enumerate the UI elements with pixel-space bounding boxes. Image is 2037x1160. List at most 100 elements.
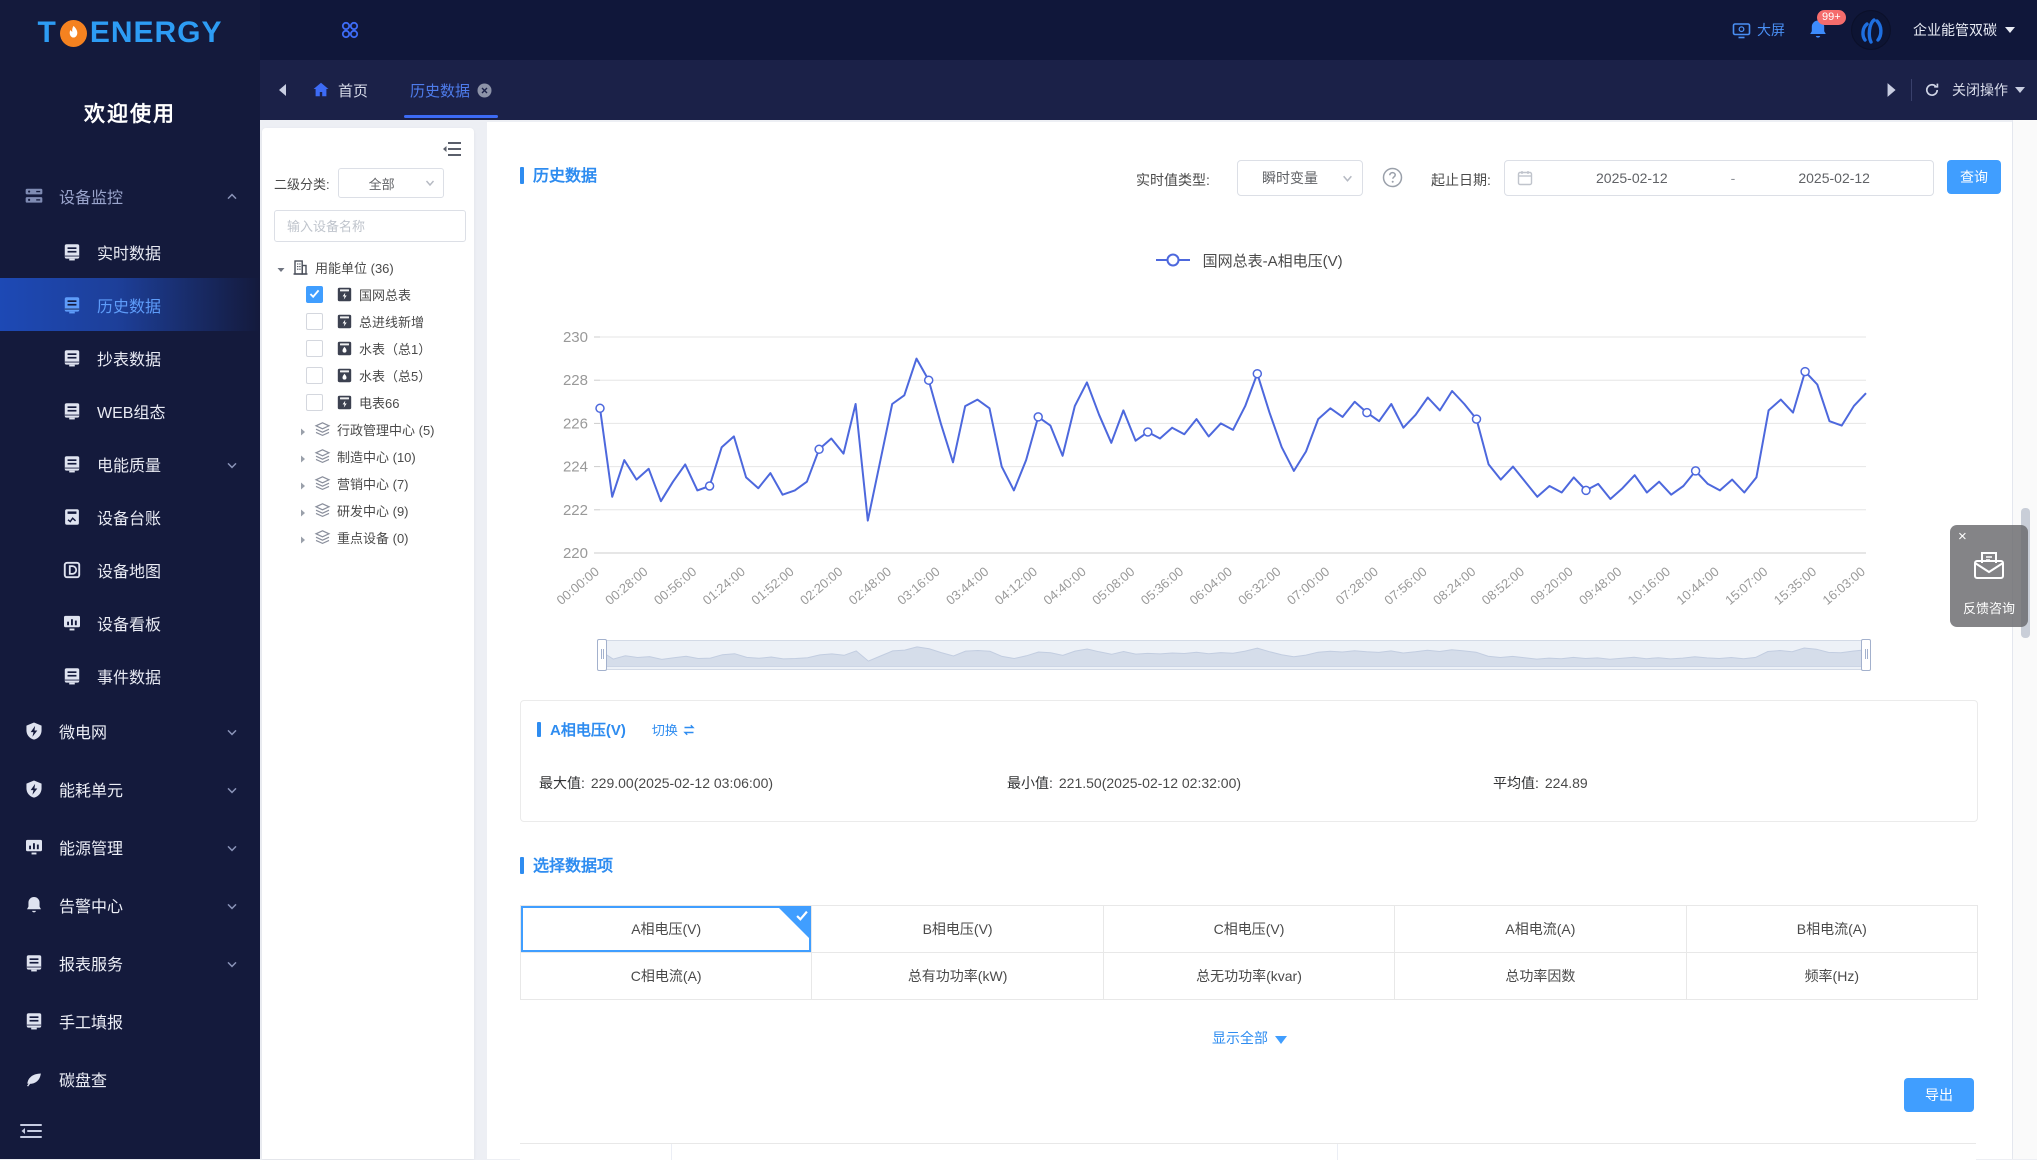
tab-history-data[interactable]: 历史数据 [400,60,502,120]
tree-collapsed-caret-icon[interactable] [298,506,308,516]
tree-collapsed-caret-icon[interactable] [298,452,308,462]
svg-text:00:28:00: 00:28:00 [602,564,650,608]
header-actions: 大屏 99+ 企业能管双碳 [1732,0,2015,60]
data-item-5[interactable]: C相电流(A) [521,953,811,999]
feedback-close-icon[interactable]: × [1958,529,1967,544]
data-item-8[interactable]: 总功率因数 [1395,953,1685,999]
sidebar-item-15[interactable]: 手工填报 [0,992,260,1050]
data-item-1[interactable]: B相电压(V) [812,906,1102,952]
avatar[interactable] [1851,10,1891,50]
data-item-9[interactable]: 频率(Hz) [1687,953,1977,999]
feedback-envelope-icon [1970,547,2008,585]
sidebar-item-0[interactable]: 设备监控 [0,167,260,225]
query-button[interactable]: 查询 [1947,160,2001,194]
tab-home[interactable]: 首页 [304,60,376,120]
tabs-scroll-right-icon[interactable] [1883,82,1899,98]
account-menu[interactable]: 企业能管双碳 [1913,20,2015,40]
datazoom-slider[interactable] [600,640,1868,670]
sidebar-item-6[interactable]: 设备台账 [0,490,260,543]
notifications-button[interactable]: 99+ [1807,18,1829,42]
svg-text:08:52:00: 08:52:00 [1479,564,1527,608]
sidebar-item-1[interactable]: 实时数据 [0,225,260,278]
data-item-3[interactable]: A相电流(A) [1395,906,1685,952]
checkbox-checked[interactable] [306,286,323,303]
sidebar-item-7[interactable]: 设备地图 [0,543,260,596]
sidebar-item-3[interactable]: 抄表数据 [0,331,260,384]
collapse-sidebar-icon[interactable] [20,1122,42,1140]
tree-root-node[interactable]: 用能单位 (36) [262,254,474,281]
svg-text:15:07:00: 15:07:00 [1722,564,1770,608]
checkbox-unchecked[interactable] [306,313,323,330]
big-screen-button[interactable]: 大屏 [1732,20,1785,40]
switch-metric-button[interactable]: 切换 [652,720,696,739]
svg-text:09:48:00: 09:48:00 [1576,564,1624,608]
building-icon [292,259,309,276]
page-scrollbar[interactable] [2012,120,2037,1159]
tree-folder-0[interactable]: 行政管理中心 (5) [262,416,474,443]
data-item-7[interactable]: 总无功功率(kvar) [1104,953,1394,999]
sidebar-item-12[interactable]: 能源管理 [0,818,260,876]
tree-folder-1[interactable]: 制造中心 (10) [262,443,474,470]
chevron-down-icon [226,957,238,969]
sidebar-item-10[interactable]: 微电网 [0,702,260,760]
sidebar-item-14[interactable]: 报表服务 [0,934,260,992]
tree-collapsed-caret-icon[interactable] [298,533,308,543]
data-item-6[interactable]: 总有功功率(kW) [812,953,1102,999]
checkbox-unchecked[interactable] [306,394,323,411]
realtime-type-select[interactable]: 瞬时变量 [1237,160,1363,196]
checkbox-unchecked[interactable] [306,340,323,357]
tree-device-0[interactable]: 国网总表 [262,281,474,308]
apps-grid-icon[interactable] [338,18,362,42]
stats-card: A相电压(V) 切换 最大值:229.00(2025-02-12 03:06:0… [520,700,1978,822]
checkbox-unchecked[interactable] [306,367,323,384]
export-button[interactable]: 导出 [1904,1078,1974,1112]
svg-text:10:16:00: 10:16:00 [1625,564,1673,608]
tree-folder-4[interactable]: 重点设备 (0) [262,524,474,551]
data-item-label: A相电压(V) [631,921,701,937]
tab-close-icon[interactable] [477,83,492,98]
svg-text:03:44:00: 03:44:00 [943,564,991,608]
datazoom-right-handle[interactable] [1861,639,1871,671]
tree-device-3[interactable]: 水表（总5） [262,362,474,389]
tree-expand-icon[interactable] [276,263,286,273]
tree-folder-2[interactable]: 营销中心 (7) [262,470,474,497]
sidebar-item-8[interactable]: 设备看板 [0,596,260,649]
data-item-4[interactable]: B相电流(A) [1687,906,1977,952]
device-search-input[interactable] [285,218,465,235]
help-question-icon[interactable] [1382,167,1403,188]
sidebar-item-9[interactable]: 事件数据 [0,649,260,702]
tree-device-1[interactable]: 总进线新增 [262,308,474,335]
date-to-value[interactable]: 2025-02-12 [1735,170,1933,186]
sidebar-item-4[interactable]: WEB组态 [0,384,260,437]
feedback-widget[interactable]: × 反馈咨询 [1950,525,2028,627]
sidebar-item-11[interactable]: 能耗单元 [0,760,260,818]
logo-flame-icon [60,20,87,47]
tree-device-2[interactable]: 水表（总1） [262,335,474,362]
refresh-icon[interactable] [1924,82,1940,98]
tree-collapsed-caret-icon[interactable] [298,479,308,489]
tree-folder-3[interactable]: 研发中心 (9) [262,497,474,524]
sidebar-nav: 设备监控实时数据历史数据抄表数据 WEB组态电能质量设备台账设备地图设备看板事件数… [0,167,260,1108]
tree-device-4[interactable]: 电表66 [262,389,474,416]
elec-meter-icon [336,286,353,303]
data-item-0[interactable]: A相电压(V) [521,906,811,952]
tree-folder-label: 制造中心 (10) [337,447,416,466]
sidebar-item-2[interactable]: 历史数据 [0,278,260,331]
sidebar-item-label: 抄表数据 [97,346,161,370]
category-select[interactable]: 全部 [338,168,444,198]
elec-meter-icon [336,313,353,330]
show-all-toggle[interactable]: 显示全部 [487,1028,2012,1048]
date-range-picker[interactable]: 2025-02-12 - 2025-02-12 [1504,160,1934,196]
sidebar-item-13[interactable]: 告警中心 [0,876,260,934]
datazoom-left-handle[interactable] [597,639,607,671]
sidebar-item-16[interactable]: 碳盘查 [0,1050,260,1108]
chart-legend[interactable]: 国网总表-A相电压(V) [487,250,2012,271]
tree-collapsed-caret-icon[interactable] [298,425,308,435]
sidebar-item-5[interactable]: 电能质量 [0,437,260,490]
close-operations-menu[interactable]: 关闭操作 [1952,80,2025,100]
tabs-scroll-left-icon[interactable] [276,83,290,97]
tree-collapse-icon[interactable] [442,140,462,158]
data-item-2[interactable]: C相电压(V) [1104,906,1394,952]
svg-text:03:16:00: 03:16:00 [894,564,942,608]
date-from-value[interactable]: 2025-02-12 [1533,170,1731,186]
